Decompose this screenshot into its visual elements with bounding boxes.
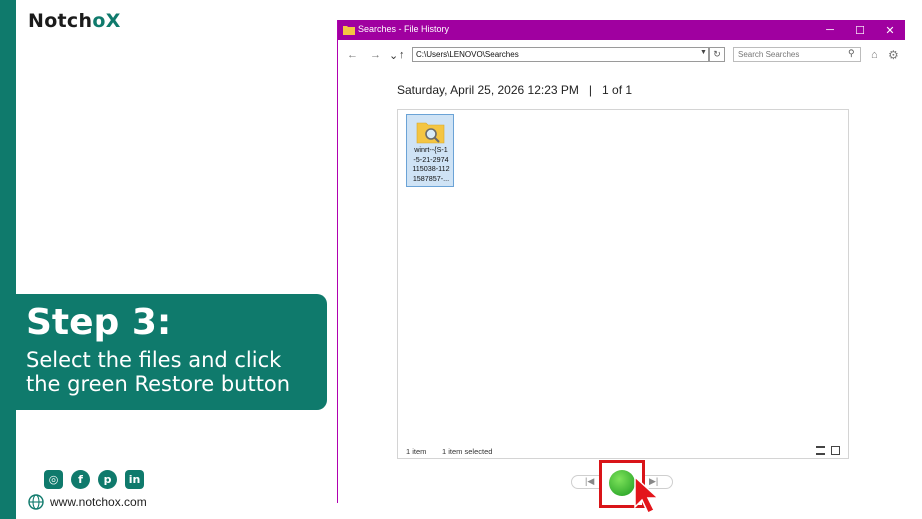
refresh-icon[interactable]: ↻ [709,47,725,62]
status-item-count: 1 item [406,447,427,456]
address-row: ← → ⌄ ↑ C:\Users\LENOVO\Searches ▼ ↻ Sea… [338,46,905,66]
title-bar[interactable]: Searches - File History ─ ☐ ✕ [338,20,905,40]
close-button[interactable]: ✕ [876,20,904,40]
view-toggle [816,446,840,455]
search-folder-icon [416,122,445,144]
minimize-button[interactable]: ─ [816,20,844,40]
file-list-pane[interactable]: winrt--{S-1 -5-21-2974 115038-112 158785… [397,109,849,459]
website-text: www.notchox.com [50,495,147,509]
back-arrow-icon[interactable]: ← [347,49,358,61]
instagram-icon[interactable]: ◎ [44,470,63,489]
step-callout: Step 3: Select the files and click the g… [16,294,327,410]
maximize-button[interactable]: ☐ [846,20,874,40]
details-view-icon[interactable] [816,446,825,455]
facebook-icon[interactable]: f [71,470,90,489]
status-selected: 1 item selected [442,447,493,456]
home-icon[interactable]: ⌂ [871,49,878,61]
window-title: Searches - File History [358,24,450,34]
address-bar[interactable]: C:\Users\LENOVO\Searches [412,47,709,62]
globe-icon [28,494,44,510]
linkedin-icon[interactable]: in [125,470,144,489]
file-item-selected[interactable]: winrt--{S-1 -5-21-2974 115038-112 158785… [406,114,454,187]
brand-logo: NotchoX [28,10,121,32]
parent-folder-icon[interactable]: ↑ [399,49,405,61]
large-icons-view-icon[interactable] [831,446,840,455]
forward-arrow-icon[interactable]: → [370,49,381,61]
website-link[interactable]: www.notchox.com [28,494,147,510]
search-input[interactable]: Search Searches [733,47,861,62]
backup-date: Saturday, April 25, 2026 12:23 PM | 1 of… [397,83,633,97]
pinterest-icon[interactable]: p [98,470,117,489]
search-icon[interactable]: ⚲ [848,48,855,59]
folder-clock-icon [343,26,355,35]
up-arrow-icon[interactable]: ⌄ [389,49,398,62]
step-title: Step 3: [26,302,172,343]
file-name: winrt--{S-1 -5-21-2974 115038-112 158785… [412,145,450,183]
left-accent-strip [0,0,16,519]
step-description: Select the files and click the green Res… [26,348,291,396]
gear-icon[interactable]: ⚙ [888,48,899,62]
file-history-window: Searches - File History ─ ☐ ✕ ← → ⌄ ↑ C:… [337,20,905,515]
cursor-arrow-icon [634,475,660,515]
social-links: ◎ f p in [44,470,144,489]
previous-version-icon[interactable]: |◀ [585,476,594,487]
chevron-down-icon[interactable]: ▼ [700,49,707,56]
